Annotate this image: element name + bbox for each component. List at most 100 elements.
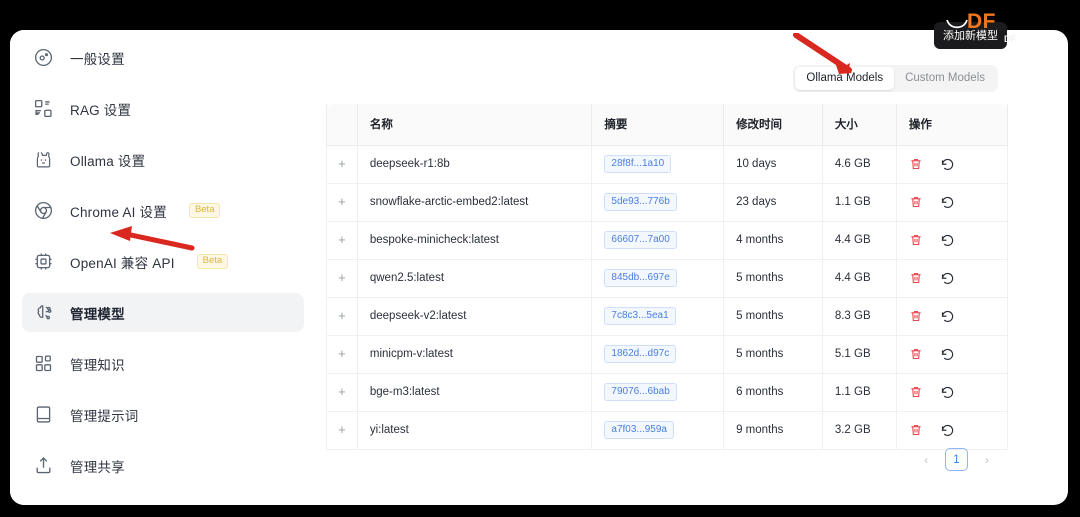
sidebar-item-about[interactable]: 关于 [22, 497, 304, 505]
refresh-icon[interactable] [940, 347, 955, 362]
cell-size: 3.2 GB [822, 411, 897, 450]
book-icon [31, 402, 56, 427]
model-source-tabs: Ollama Models Custom Models [793, 65, 998, 92]
refresh-icon[interactable] [940, 157, 955, 172]
cell-modified: 5 months [723, 259, 823, 298]
cell-size: 8.3 GB [822, 297, 897, 336]
column-header-digest: 摘要 [591, 104, 725, 146]
screenshot-root: 一般设置 RAG 设置 Ollama 设置 Chrome AI 设置 Beta … [0, 0, 1080, 517]
expand-row-button[interactable]: + [334, 232, 349, 248]
cell-model-name: bge-m3:latest [357, 373, 593, 412]
delete-icon[interactable] [909, 195, 923, 209]
expand-row-button[interactable]: + [334, 422, 349, 438]
models-table: 名称 摘要 修改时间 大小 操作 + deepseek-r1:8b 28f8f...… [326, 104, 1009, 450]
delete-icon[interactable] [909, 157, 923, 171]
cell-digest: 66607...7a00 [591, 221, 725, 260]
cell-modified: 5 months [723, 297, 823, 336]
digest-badge[interactable]: 1862d...d97c [604, 345, 677, 363]
digest-badge[interactable]: 66607...7a00 [604, 231, 677, 249]
expand-row-button[interactable]: + [334, 270, 349, 286]
pagination-prev-icon[interactable]: ‹ [915, 449, 937, 471]
expand-row-button[interactable]: + [334, 156, 349, 172]
column-header-modified: 修改时间 [723, 104, 823, 146]
pagination-next-icon[interactable]: › [976, 449, 998, 471]
sidebar-item-label: 一般设置 [70, 51, 125, 67]
delete-icon[interactable] [909, 385, 923, 399]
blocks-icon [31, 351, 56, 376]
sidebar: 一般设置 RAG 设置 Ollama 设置 Chrome AI 设置 Beta … [10, 30, 316, 505]
brain-icon [31, 300, 56, 325]
cell-digest: 7c8c3...5ea1 [591, 297, 725, 336]
tab-custom-models[interactable]: Custom Models [894, 67, 996, 90]
sidebar-item-manage-prompts[interactable]: 管理提示词 [22, 395, 304, 434]
row-expand-cell: + [326, 411, 358, 450]
cell-model-name: snowflake-arctic-embed2:latest [357, 183, 593, 222]
cell-digest: 1862d...d97c [591, 335, 725, 374]
digest-badge[interactable]: a7f03...959a [604, 421, 674, 439]
cell-size: 4.6 GB [822, 145, 897, 184]
sidebar-item-label: Ollama 设置 [70, 153, 146, 169]
expand-row-button[interactable]: + [334, 384, 349, 400]
expand-row-button[interactable]: + [334, 308, 349, 324]
cell-model-name: yi:latest [357, 411, 593, 450]
column-header-actions: 操作 [896, 104, 1009, 146]
sidebar-item-ollama-settings[interactable]: Ollama 设置 [22, 140, 304, 179]
table-header-row: 名称 摘要 修改时间 大小 操作 [326, 104, 1009, 146]
chip-icon [31, 249, 56, 274]
delete-icon[interactable] [909, 309, 923, 323]
sidebar-item-label: Chrome AI 设置 [70, 204, 167, 220]
cell-modified: 10 days [723, 145, 823, 184]
ollama-llama-icon [31, 147, 56, 172]
watermark-logo: DF [967, 10, 996, 33]
cell-model-name: deepseek-r1:8b [357, 145, 593, 184]
sidebar-item-rag-settings[interactable]: RAG 设置 [22, 89, 304, 128]
sidebar-item-general-settings[interactable]: 一般设置 [22, 38, 304, 77]
expand-row-button[interactable]: + [334, 346, 349, 362]
sidebar-item-manage-knowledge[interactable]: 管理知识 [22, 344, 304, 383]
table-row: + qwen2.5:latest 845db...697e 5 months 4.4 G… [326, 259, 1009, 298]
models-panel: Ollama Models Custom Models 名称 摘要 修改时间 大… [316, 30, 1068, 505]
cell-model-name: minicpm-v:latest [357, 335, 593, 374]
cell-digest: 28f8f...1a10 [591, 145, 725, 184]
table-row: + deepseek-r1:8b 28f8f...1a10 10 days 4.6 GB [326, 145, 1009, 184]
digest-badge[interactable]: 845db...697e [604, 269, 677, 287]
refresh-icon[interactable] [940, 195, 955, 210]
cell-digest: 845db...697e [591, 259, 725, 298]
cell-size: 1.1 GB [822, 183, 897, 222]
cell-actions [896, 183, 1009, 222]
row-expand-cell: + [326, 373, 358, 412]
cell-size: 1.1 GB [822, 373, 897, 412]
sidebar-item-openai-compatible-api[interactable]: OpenAI 兼容 API Beta [22, 242, 304, 281]
general-settings-icon [31, 45, 56, 70]
chrome-icon [31, 198, 56, 223]
digest-badge[interactable]: 79076...6bab [604, 383, 677, 401]
digest-badge[interactable]: 5de93...776b [604, 193, 677, 211]
delete-icon[interactable] [909, 423, 923, 437]
delete-icon[interactable] [909, 271, 923, 285]
sidebar-item-chrome-ai-settings[interactable]: Chrome AI 设置 Beta [22, 191, 304, 230]
column-header-name: 名称 [357, 104, 593, 146]
refresh-icon[interactable] [940, 233, 955, 248]
cell-actions [896, 259, 1009, 298]
table-row: + bespoke-minicheck:latest 66607...7a00 4 m… [326, 221, 1009, 260]
digest-badge[interactable]: 28f8f...1a10 [604, 155, 672, 173]
sidebar-item-manage-models[interactable]: 管理模型 [22, 293, 304, 332]
cell-modified: 4 months [723, 221, 823, 260]
row-expand-cell: + [326, 297, 358, 336]
pagination-page-1[interactable]: 1 [945, 448, 968, 471]
delete-icon[interactable] [909, 347, 923, 361]
cell-modified: 23 days [723, 183, 823, 222]
refresh-icon[interactable] [940, 271, 955, 286]
tab-ollama-models[interactable]: Ollama Models [795, 67, 895, 90]
sidebar-item-manage-sharing[interactable]: 管理共享 [22, 446, 304, 485]
column-header-expand [326, 104, 358, 146]
row-expand-cell: + [326, 183, 358, 222]
beta-badge: Beta [188, 202, 221, 219]
cell-actions [896, 373, 1009, 412]
expand-row-button[interactable]: + [334, 194, 349, 210]
refresh-icon[interactable] [940, 423, 955, 438]
digest-badge[interactable]: 7c8c3...5ea1 [604, 307, 676, 325]
refresh-icon[interactable] [940, 385, 955, 400]
refresh-icon[interactable] [940, 309, 955, 324]
delete-icon[interactable] [909, 233, 923, 247]
